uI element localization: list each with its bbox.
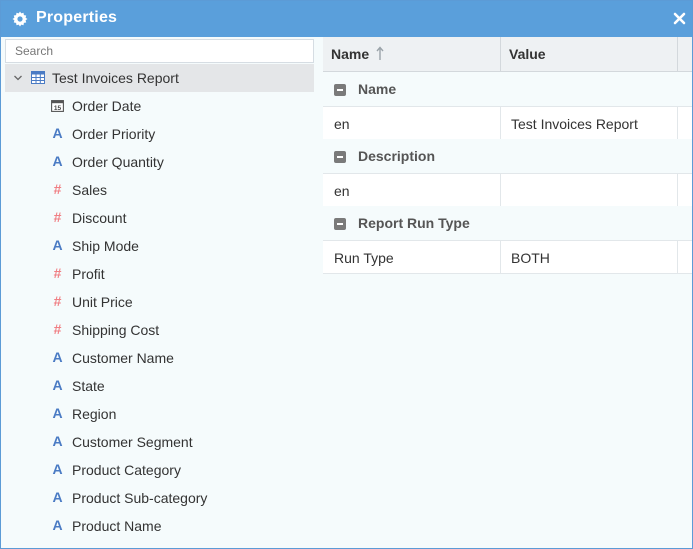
field-item[interactable]: A Product Name (5, 512, 314, 540)
field-label: Customer Segment (72, 434, 193, 450)
cell-divider (500, 174, 501, 206)
text-type-icon: A (52, 461, 63, 477)
field-item[interactable]: A Customer Name (5, 344, 314, 372)
calendar-icon: 15 (51, 99, 64, 112)
field-label: Product Category (72, 462, 181, 478)
property-name: Run Type (334, 250, 394, 266)
field-item[interactable]: 15 Order Date (5, 92, 314, 120)
property-value[interactable]: BOTH (511, 250, 671, 268)
tree-root-item[interactable]: Test Invoices Report (5, 64, 314, 92)
sort-ascending-icon[interactable] (376, 46, 384, 61)
field-label: Ship Mode (72, 238, 139, 254)
property-name: en (334, 183, 350, 199)
text-type-icon: A (52, 377, 63, 393)
text-type-icon: A (52, 153, 63, 169)
dialog-title: Properties (36, 9, 118, 26)
column-divider[interactable] (500, 37, 501, 72)
field-item[interactable]: A Region (5, 400, 314, 428)
text-type-icon: A (52, 433, 63, 449)
field-label: Order Priority (72, 126, 156, 142)
column-header-value[interactable]: Value (509, 46, 546, 62)
grid-header: Name Value (323, 37, 692, 72)
group-description: Description (323, 139, 692, 173)
tree-root-label: Test Invoices Report (52, 70, 179, 86)
property-grid: Name Value Name en Test Invoices Report … (323, 37, 692, 548)
property-name: en (334, 116, 350, 132)
field-label: State (72, 378, 105, 394)
field-label: Shipping Cost (72, 322, 160, 338)
field-item[interactable]: A Ship Mode (5, 232, 314, 260)
text-type-icon: A (52, 405, 63, 421)
property-value[interactable] (511, 183, 671, 201)
calendar-icon-glyph: 15 (54, 105, 62, 112)
number-type-icon: # (53, 181, 62, 197)
cell-divider (500, 107, 501, 139)
field-label: Unit Price (72, 294, 133, 310)
chevron-down-icon[interactable] (13, 73, 23, 83)
dialog-titlebar: Properties (1, 1, 692, 37)
cell-divider (677, 241, 678, 273)
cell-divider (677, 174, 678, 206)
field-label: Region (72, 406, 117, 422)
field-item[interactable]: # Unit Price (5, 288, 314, 316)
text-type-icon: A (52, 237, 63, 253)
number-type-icon: # (53, 209, 62, 225)
close-icon[interactable] (673, 12, 686, 25)
property-row[interactable]: en Test Invoices Report (323, 106, 692, 140)
field-label: Profit (72, 266, 105, 282)
field-item[interactable]: # Shipping Cost (5, 316, 314, 344)
text-type-icon: A (52, 125, 63, 141)
text-type-icon: A (52, 517, 63, 533)
field-label: Discount (72, 210, 127, 226)
text-type-icon: A (52, 489, 63, 505)
field-item[interactable]: A State (5, 372, 314, 400)
number-type-icon: # (53, 293, 62, 309)
group-name: Name (323, 72, 692, 106)
property-row[interactable]: en (323, 173, 692, 207)
field-label: Customer Name (72, 350, 174, 366)
field-label: Order Quantity (72, 154, 164, 170)
field-item[interactable]: # Discount (5, 204, 314, 232)
field-item[interactable]: # Sales (5, 176, 314, 204)
field-item[interactable]: A Order Quantity (5, 148, 314, 176)
group-label: Report Run Type (358, 215, 470, 231)
properties-dialog: Properties Test Invoices Report 15 Order … (0, 0, 693, 549)
column-header-name[interactable]: Name (331, 46, 369, 62)
field-label: Product Name (72, 518, 162, 534)
field-item[interactable]: A Order Priority (5, 120, 314, 148)
group-report-run-type: Report Run Type (323, 206, 692, 240)
gear-icon (12, 11, 28, 27)
search-input[interactable] (5, 39, 314, 63)
field-item[interactable]: A Product Sub-category (5, 484, 314, 512)
number-type-icon: # (53, 321, 62, 337)
property-value[interactable]: Test Invoices Report (511, 116, 671, 134)
field-label: Product Sub-category (72, 490, 208, 506)
field-tree-panel: Test Invoices Report 15 Order Date A Order … (5, 37, 314, 548)
field-item[interactable]: # Profit (5, 260, 314, 288)
field-label: Order Date (72, 98, 142, 114)
field-label: Sales (72, 182, 108, 198)
group-label: Name (358, 81, 397, 97)
field-item[interactable]: A Customer Segment (5, 428, 314, 456)
cell-divider (500, 241, 501, 273)
property-row[interactable]: Run Type BOTH (323, 240, 692, 274)
collapse-icon[interactable] (334, 218, 346, 230)
collapse-icon[interactable] (334, 84, 346, 96)
number-type-icon: # (53, 265, 62, 281)
table-icon (31, 71, 45, 84)
cell-divider (677, 107, 678, 139)
field-item[interactable]: A Product Category (5, 456, 314, 484)
column-divider[interactable] (677, 37, 678, 72)
text-type-icon: A (52, 349, 63, 365)
collapse-icon[interactable] (334, 151, 346, 163)
group-label: Description (358, 148, 436, 164)
